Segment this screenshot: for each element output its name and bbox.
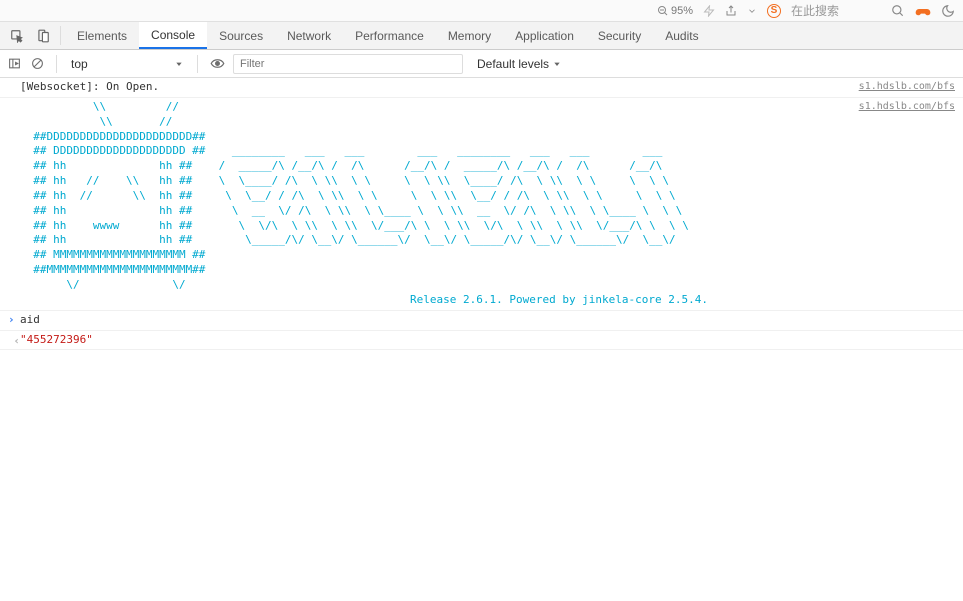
lightning-icon[interactable] [703, 5, 715, 17]
tab-network[interactable]: Network [275, 22, 343, 49]
output-chevron-icon: › [8, 333, 20, 348]
tab-elements[interactable]: Elements [65, 22, 139, 49]
context-label: top [71, 57, 88, 71]
chevron-down-icon[interactable] [747, 6, 757, 16]
device-toggle-icon[interactable] [30, 22, 56, 49]
log-message: \\ // \\ // ##DDDDDDDDDDDDDDDDDDDDDD## #… [20, 100, 859, 308]
zoom-percent: 95% [671, 5, 693, 17]
search-icon[interactable] [891, 4, 905, 18]
repl-output-row: › "455272396" [0, 331, 963, 351]
repl-output-value: "455272396" [20, 333, 93, 348]
devtools-tab-bar: Elements Console Sources Network Perform… [0, 22, 963, 50]
repl-input-row[interactable]: › aid [0, 311, 963, 331]
context-selector[interactable]: top [67, 55, 187, 73]
chevron-down-icon [175, 60, 183, 68]
live-expression-icon[interactable] [208, 56, 227, 71]
tab-security[interactable]: Security [586, 22, 653, 49]
log-row: \\ // \\ // ##DDDDDDDDDDDDDDDDDDDDDD## #… [0, 98, 963, 311]
tab-audits[interactable]: Audits [653, 22, 710, 49]
ascii-art: \\ // \\ // ##DDDDDDDDDDDDDDDDDDDDDD## #… [20, 100, 689, 291]
log-source-link[interactable]: s1.hdslb.com/bfs [859, 80, 955, 94]
share-icon[interactable] [725, 5, 737, 17]
zoom-control[interactable]: 95% [657, 5, 693, 17]
zoom-out-icon [657, 5, 669, 17]
prompt-chevron-icon: › [8, 313, 20, 328]
tab-console[interactable]: Console [139, 22, 207, 49]
repl-input-code: aid [20, 313, 40, 328]
browser-search-input[interactable]: 在此搜索 [791, 2, 881, 19]
inspect-element-icon[interactable] [4, 22, 30, 49]
gamepad-icon[interactable] [915, 3, 931, 19]
levels-label: Default levels [477, 57, 549, 71]
tab-application[interactable]: Application [503, 22, 586, 49]
toggle-sidebar-icon[interactable] [6, 57, 23, 70]
browser-top-bar: 95% S 在此搜索 [0, 0, 963, 22]
log-source-link[interactable]: s1.hdslb.com/bfs [859, 100, 955, 114]
log-message: [Websocket]: On Open. [20, 80, 859, 95]
filter-input[interactable] [233, 54, 463, 74]
log-row: [Websocket]: On Open. s1.hdslb.com/bfs [0, 78, 963, 98]
clear-console-icon[interactable] [29, 57, 46, 70]
console-output: [Websocket]: On Open. s1.hdslb.com/bfs \… [0, 78, 963, 350]
tab-memory[interactable]: Memory [436, 22, 503, 49]
console-toolbar: top Default levels [0, 50, 963, 78]
sogou-icon[interactable]: S [767, 4, 781, 18]
chevron-down-icon [553, 60, 561, 68]
tab-sources[interactable]: Sources [207, 22, 275, 49]
moon-icon[interactable] [941, 4, 955, 18]
log-levels-selector[interactable]: Default levels [477, 57, 561, 71]
release-line: Release 2.6.1. Powered by jinkela-core 2… [410, 293, 708, 308]
tab-performance[interactable]: Performance [343, 22, 436, 49]
